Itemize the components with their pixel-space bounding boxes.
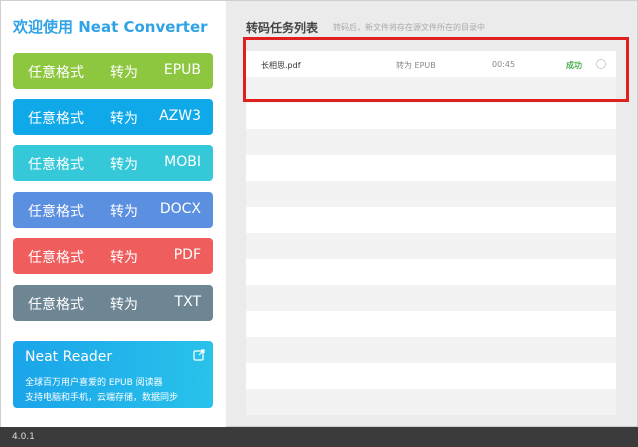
reader-line-1: 全球百万用户喜爱的 EPUB 阅读器 bbox=[25, 378, 163, 388]
button-format-label: TXT bbox=[174, 294, 201, 310]
list-row bbox=[246, 259, 616, 285]
button-format-label: PDF bbox=[173, 247, 201, 263]
neat-reader-card[interactable]: Neat Reader 全球百万用户喜爱的 EPUB 阅读器 支持电脑和手机，云… bbox=[13, 341, 213, 408]
button-to-label: 转为 bbox=[110, 250, 138, 266]
version-label: 4.0.1 bbox=[12, 432, 35, 442]
reader-title: Neat Reader bbox=[25, 349, 113, 365]
status-bar: 4.0.1 bbox=[0, 427, 638, 447]
sidebar: 欢迎使用 Neat Converter 任意格式 转为 EPUB 任意格式 转为… bbox=[1, 1, 226, 428]
button-to-label: 转为 bbox=[110, 65, 138, 81]
button-from-label: 任意格式 bbox=[28, 250, 84, 266]
button-from-label: 任意格式 bbox=[28, 65, 84, 81]
list-row bbox=[246, 233, 616, 259]
convert-txt-button[interactable]: 任意格式 转为 TXT bbox=[13, 285, 213, 321]
button-to-label: 转为 bbox=[110, 204, 138, 220]
reader-line-2: 支持电脑和手机，云端存储，数据同步 bbox=[25, 393, 179, 403]
list-row bbox=[246, 311, 616, 337]
button-format-label: DOCX bbox=[159, 201, 201, 217]
button-format-label: EPUB bbox=[163, 62, 201, 78]
convert-epub-button[interactable]: 任意格式 转为 EPUB bbox=[13, 53, 213, 89]
list-row bbox=[246, 363, 616, 389]
convert-azw3-button[interactable]: 任意格式 转为 AZW3 bbox=[13, 99, 213, 135]
button-from-label: 任意格式 bbox=[28, 157, 84, 173]
convert-pdf-button[interactable]: 任意格式 转为 PDF bbox=[13, 238, 213, 274]
list-row bbox=[246, 285, 616, 311]
button-format-label: AZW3 bbox=[159, 108, 201, 124]
button-format-label: MOBI bbox=[164, 154, 201, 170]
button-from-label: 任意格式 bbox=[28, 204, 84, 220]
list-row bbox=[246, 207, 616, 233]
highlight-box bbox=[243, 37, 629, 102]
list-row bbox=[246, 181, 616, 207]
button-to-label: 转为 bbox=[110, 297, 138, 313]
button-from-label: 任意格式 bbox=[28, 297, 84, 313]
button-from-label: 任意格式 bbox=[28, 111, 84, 127]
button-to-label: 转为 bbox=[110, 157, 138, 173]
list-row bbox=[246, 129, 616, 155]
task-list-title: 转码任务列表 bbox=[246, 21, 319, 35]
task-list-subtitle: 转码后，新文件将存在源文件所在的目录中 bbox=[333, 23, 485, 32]
task-list: 长相思.pdf 转为 EPUB 00:45 成功 bbox=[246, 51, 616, 421]
convert-mobi-button[interactable]: 任意格式 转为 MOBI bbox=[13, 145, 213, 181]
convert-docx-button[interactable]: 任意格式 转为 DOCX bbox=[13, 192, 213, 228]
button-to-label: 转为 bbox=[110, 111, 138, 127]
app-title: 欢迎使用 Neat Converter bbox=[13, 18, 208, 36]
list-row bbox=[246, 155, 616, 181]
list-row bbox=[246, 337, 616, 363]
external-link-icon[interactable] bbox=[193, 349, 205, 361]
list-row bbox=[246, 103, 616, 129]
list-row bbox=[246, 389, 616, 415]
